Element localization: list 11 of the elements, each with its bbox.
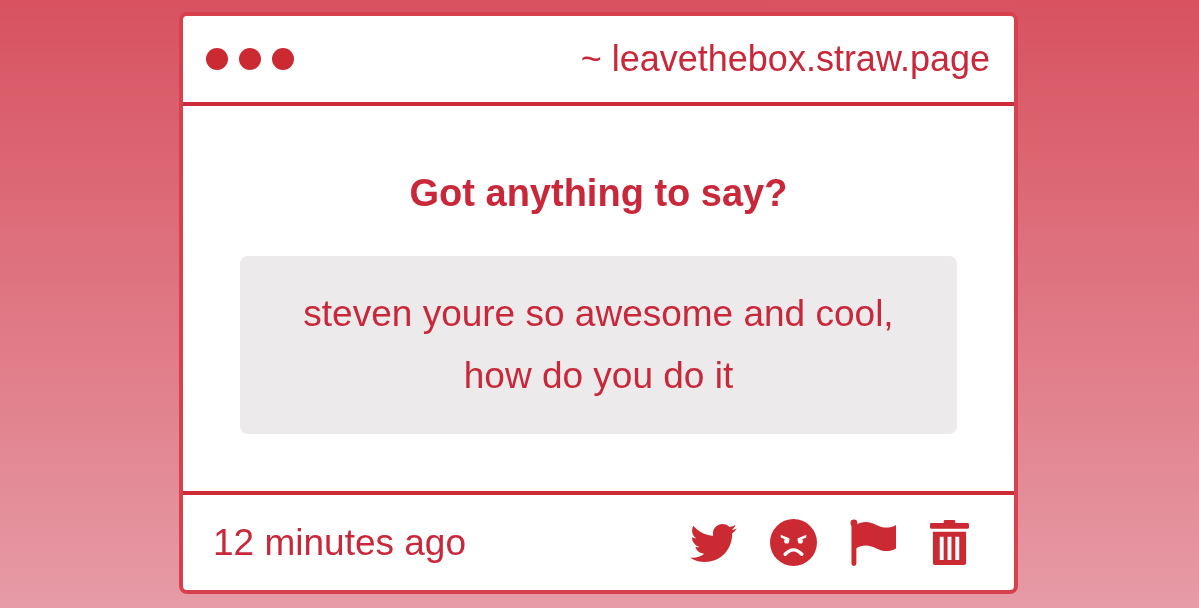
angry-face-icon[interactable]	[770, 519, 817, 566]
message-text: steven youre so awesome and cool, how do you do it	[302, 292, 895, 398]
dot-icon	[206, 48, 228, 70]
prompt-title: Got anything to say?	[409, 171, 788, 216]
dot-icon	[239, 48, 261, 70]
timestamp: 12 minutes ago	[213, 521, 466, 564]
flag-icon[interactable]	[850, 519, 897, 566]
dot-icon	[272, 48, 294, 70]
site-address: ~ leavethebox.straw.page	[580, 38, 990, 80]
bird-icon[interactable]	[690, 523, 737, 562]
trash-icon[interactable]	[930, 520, 969, 565]
